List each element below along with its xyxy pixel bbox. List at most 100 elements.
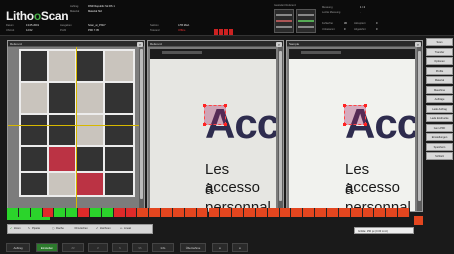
difference-scrollbar[interactable] bbox=[278, 47, 283, 211]
status-segment[interactable] bbox=[113, 208, 126, 217]
status-segment[interactable] bbox=[338, 208, 351, 217]
tool-zoom[interactable]: Zoom bbox=[14, 225, 21, 233]
tool-ruler[interactable]: Lineal bbox=[124, 225, 131, 233]
sample-marker[interactable] bbox=[343, 104, 367, 126]
status-segment[interactable] bbox=[196, 208, 209, 217]
status-segment[interactable] bbox=[125, 208, 138, 217]
status-segment[interactable] bbox=[149, 208, 162, 217]
status-segment[interactable] bbox=[66, 208, 79, 217]
status-segment[interactable] bbox=[42, 208, 55, 217]
difference-panel-title: Referenz bbox=[150, 42, 163, 46]
status-segment[interactable] bbox=[327, 208, 339, 217]
sidebar-button-auftr-ge[interactable]: Aufträge bbox=[426, 95, 453, 103]
reference-page-grid[interactable] bbox=[19, 49, 135, 197]
status-segment[interactable] bbox=[208, 208, 221, 217]
sidebar-button-einstellungen[interactable]: Einstellungen bbox=[426, 133, 453, 141]
reference-panel[interactable]: Referenz ⌕ bbox=[7, 40, 145, 212]
date-value: 13.05.2019 bbox=[26, 24, 39, 27]
header-bar: LithooScan Auftrag RNR Republic Str.RS 1… bbox=[0, 0, 454, 36]
bottom-button-7[interactable]: Übernahme bbox=[180, 243, 206, 252]
status-segment[interactable] bbox=[172, 208, 185, 217]
sample-thumbnail[interactable] bbox=[296, 9, 316, 33]
sample-scrollbar[interactable] bbox=[417, 47, 422, 211]
bottom-button-8[interactable]: ≡ bbox=[212, 243, 228, 252]
time-value: 12:02 bbox=[26, 29, 33, 32]
bottom-button-5[interactable]: >> bbox=[132, 243, 148, 252]
difference-line-2: à personnal bbox=[205, 181, 271, 211]
sidebar-button-gem-pdf[interactable]: Gem.PDF bbox=[426, 123, 453, 132]
status-segment[interactable] bbox=[78, 208, 90, 217]
status-segment[interactable] bbox=[220, 208, 233, 217]
crosshair-horizontal bbox=[8, 125, 141, 126]
status-segment[interactable] bbox=[89, 208, 102, 217]
status-segment[interactable] bbox=[18, 208, 31, 217]
status-segment[interactable] bbox=[374, 208, 387, 217]
status-segment[interactable] bbox=[386, 208, 399, 217]
tool-area[interactable]: Flache bbox=[56, 225, 64, 233]
status-segment[interactable] bbox=[398, 208, 410, 217]
sidebar-button-schlie-[interactable]: Schließ bbox=[426, 152, 453, 160]
reference-label: Geändert Referenz bbox=[274, 4, 297, 7]
status-segment[interactable] bbox=[315, 208, 328, 217]
status-segment[interactable] bbox=[291, 208, 304, 217]
reference-panel-title: Referenz bbox=[10, 42, 23, 46]
sidebar-button-maschine[interactable]: Maschine bbox=[426, 85, 453, 94]
sidebar-button-scan[interactable]: Scan bbox=[426, 38, 453, 46]
reference-scrollbar[interactable] bbox=[139, 47, 144, 211]
app-logo: LithooScan bbox=[6, 9, 69, 23]
bottom-button-4[interactable]: > bbox=[112, 243, 128, 252]
status-segment[interactable] bbox=[7, 208, 19, 217]
last-measure-value: · bbox=[360, 11, 361, 14]
difference-marker[interactable] bbox=[203, 104, 227, 126]
material-label: Material bbox=[70, 10, 80, 13]
level-meter bbox=[214, 22, 236, 35]
output-value: Scan_at_PNG* bbox=[88, 24, 106, 27]
sidebar-button-lade-eindrucke[interactable]: Lade Eindrucke bbox=[426, 114, 453, 122]
reference-thumbnail[interactable] bbox=[274, 9, 294, 33]
sidebar-button-material[interactable]: Material bbox=[426, 76, 453, 84]
status-info: Größe: 150 px (0.00 mm²) bbox=[354, 227, 414, 234]
tool-pipette[interactable]: Pipette bbox=[32, 225, 40, 233]
status-segment[interactable] bbox=[279, 208, 292, 217]
bottom-button-6[interactable]: Info bbox=[152, 243, 174, 252]
sidebar-button-optionen[interactable]: Optionen bbox=[426, 57, 453, 65]
material-value: Material Std bbox=[88, 10, 102, 13]
status-segment[interactable] bbox=[267, 208, 280, 217]
sidebar-button-lade-auftrag[interactable]: Lade Auftrag bbox=[426, 104, 453, 113]
status-segment[interactable] bbox=[303, 208, 316, 217]
sidebar-button-transfer[interactable]: Transfer bbox=[426, 47, 453, 56]
bottom-button-2[interactable]: << bbox=[62, 243, 84, 252]
sidebar-button-profile[interactable]: Profile bbox=[426, 66, 453, 75]
tool-delete[interactable]: Löschen bbox=[78, 225, 88, 233]
status-segment[interactable] bbox=[137, 208, 150, 217]
pipette-icon: ✎ bbox=[28, 227, 31, 230]
measure-label: Messung bbox=[322, 6, 333, 9]
status-segment[interactable] bbox=[54, 208, 67, 217]
sidebar-button-speichern[interactable]: Speichern bbox=[426, 142, 453, 151]
status-segment[interactable] bbox=[232, 208, 245, 217]
time-label: Uhrzeit bbox=[6, 29, 15, 32]
status-segment[interactable] bbox=[350, 208, 363, 217]
bottom-button-9[interactable]: ≡ bbox=[232, 243, 248, 252]
bottom-button-1[interactable]: Einstellen bbox=[36, 243, 58, 252]
bottom-button-3[interactable]: < bbox=[88, 243, 108, 252]
bottom-button-0[interactable]: Auftrag bbox=[6, 243, 30, 252]
status-segment[interactable] bbox=[101, 208, 114, 217]
status-segment[interactable] bbox=[161, 208, 173, 217]
search-icon[interactable]: ⌕ bbox=[137, 41, 143, 47]
search-icon[interactable]: ⌕ bbox=[415, 41, 421, 47]
tool-draw[interactable]: Zeichnen bbox=[100, 225, 111, 233]
unknown-label: Unbekannt bbox=[322, 28, 335, 31]
status-segment[interactable] bbox=[255, 208, 268, 217]
sample-panel[interactable]: Sample ⌕ Acce Les accesso à personnal bbox=[286, 40, 423, 212]
status-segment[interactable] bbox=[30, 208, 43, 217]
sample-line-2: à personnal bbox=[345, 181, 411, 211]
job-label: Auftrag bbox=[70, 5, 79, 8]
status-segment[interactable] bbox=[244, 208, 256, 217]
date-label: Datum bbox=[6, 24, 14, 27]
profile-label: Profil bbox=[60, 29, 66, 32]
status-segment[interactable] bbox=[184, 208, 197, 217]
search-icon[interactable]: ⌕ bbox=[276, 41, 282, 47]
difference-panel[interactable]: Referenz ⌕ Acce Les accesso à personnal bbox=[147, 40, 284, 212]
status-segment[interactable] bbox=[362, 208, 375, 217]
